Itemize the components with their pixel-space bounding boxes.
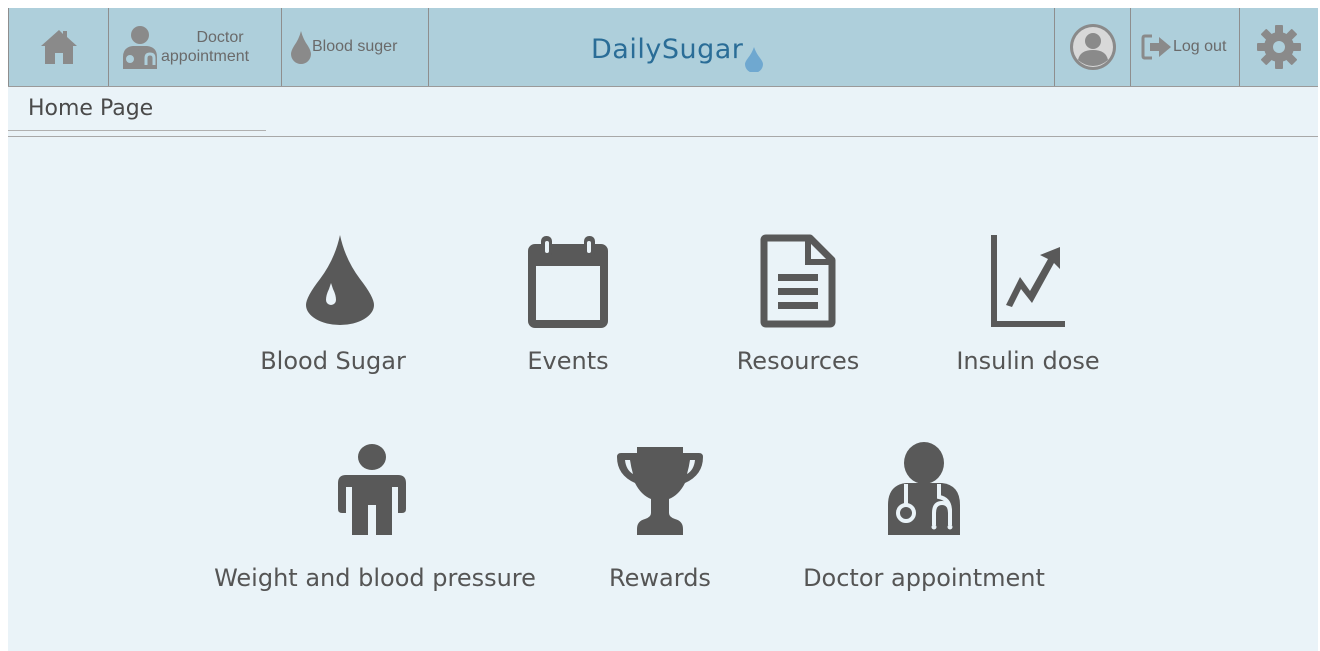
tile-events[interactable]: Events [488, 228, 648, 388]
tile-doctor-appointment[interactable]: Doctor appointment [793, 438, 1053, 608]
home-icon [40, 30, 77, 64]
trophy-icon [617, 447, 703, 535]
app-window: Doctor appointment Blood suger DailySuga… [8, 8, 1318, 651]
drop-icon [291, 31, 311, 64]
top-navigation-bar: Doctor appointment Blood suger DailySuga… [8, 8, 1318, 87]
drop-icon [306, 235, 374, 325]
tile-label: Weight and blood pressure [214, 564, 536, 592]
nav-blood-sugar-button[interactable]: Blood suger [282, 8, 429, 86]
tile-label: Resources [736, 347, 860, 375]
nav-doctor-appointment-button[interactable]: Doctor appointment [109, 8, 282, 86]
app-logo: DailySugar [591, 26, 764, 72]
tile-label: Blood Sugar [260, 347, 406, 375]
chart-icon [991, 235, 1065, 327]
tile-label: Doctor appointment [803, 564, 1045, 592]
tile-weight-blood-pressure[interactable]: Weight and blood pressure [208, 438, 543, 608]
logo-text: DailySugar [591, 34, 744, 65]
tile-label: Rewards [609, 564, 711, 592]
logout-button[interactable]: Log out [1131, 8, 1240, 86]
tile-rewards[interactable]: Rewards [598, 438, 728, 608]
doctor-icon [888, 442, 960, 535]
logout-icon [1141, 34, 1171, 60]
tile-label: Insulin dose [956, 347, 1100, 375]
person-icon [338, 444, 406, 535]
gear-icon [1257, 25, 1301, 69]
tile-insulin-dose[interactable]: Insulin dose [938, 228, 1118, 388]
profile-button[interactable] [1054, 8, 1131, 86]
doctor-icon [123, 26, 157, 69]
tile-label: Events [527, 347, 609, 375]
tile-blood-sugar[interactable]: Blood Sugar [243, 228, 423, 388]
tile-resources[interactable]: Resources [718, 228, 878, 388]
nav-home-button[interactable] [8, 8, 109, 86]
user-circle-icon [1069, 24, 1116, 70]
title-underline [8, 130, 266, 131]
nav-blood-sugar-label: Blood suger [312, 38, 398, 55]
logo-drop-icon [745, 47, 764, 72]
document-icon [760, 234, 836, 328]
nav-doctor-label: Doctor appointment [161, 29, 250, 65]
calendar-icon [528, 236, 608, 328]
logout-label: Log out [1173, 38, 1227, 55]
page-title: Home Page [28, 96, 154, 121]
header-divider [8, 136, 1318, 137]
settings-button[interactable] [1240, 8, 1318, 86]
